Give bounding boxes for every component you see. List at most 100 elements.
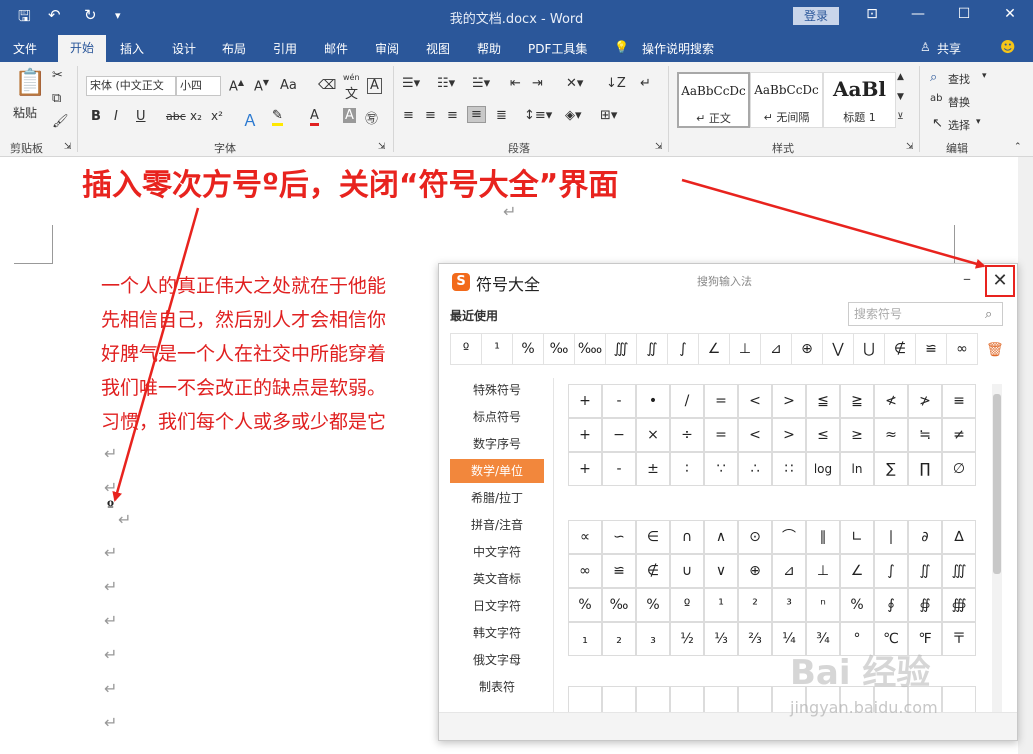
tell-me-search[interactable]: 操作说明搜索 [642,40,714,57]
category-item[interactable]: 俄文字母 [450,648,544,672]
document-scrollbar[interactable] [1018,157,1033,754]
recent-symbol[interactable]: ≌ [915,333,947,365]
symbol-cell[interactable]: - [602,384,636,418]
category-item[interactable]: 制表符 [450,675,544,699]
symbol-cell[interactable]: ∰ [942,588,976,622]
dialog-launcher-icon[interactable]: ⇲ [655,142,663,152]
category-item[interactable]: 韩文字符 [450,621,544,645]
tab-home[interactable]: 开始 [58,35,106,62]
justify-icon[interactable]: ≡ [467,106,486,123]
recent-symbol[interactable]: ⊿ [760,333,792,365]
login-button[interactable]: 登录 [793,7,839,25]
symbol-cell[interactable]: ⅔ [738,622,772,656]
shading-icon[interactable]: ◈▾ [565,108,582,123]
symbol-cell[interactable]: ⁿ [806,588,840,622]
symbol-cell[interactable]: ∅ [942,452,976,486]
category-item[interactable]: 拼音/注音 [450,513,544,537]
symbol-cell[interactable]: / [670,384,704,418]
panel-scrollbar[interactable] [992,384,1002,734]
symbol-cell[interactable]: ∫ [874,554,908,588]
borders-icon[interactable]: ⊞▾ [600,108,617,123]
symbol-cell[interactable]: − [602,418,636,452]
symbol-cell[interactable]: ³ [772,588,806,622]
symbol-cell[interactable]: > [772,418,806,452]
recent-symbol[interactable]: ⊥ [729,333,761,365]
symbol-cell[interactable]: % [636,588,670,622]
symbol-cell[interactable]: ≒ [908,418,942,452]
subscript-button[interactable]: x₂ [190,109,202,123]
tab-file[interactable]: 文件 [13,40,37,57]
category-item[interactable]: 数学/单位 [450,459,544,483]
chinese-layout-icon[interactable]: ✕▾ [566,76,583,91]
symbol-cell[interactable]: ₁ [568,622,602,656]
symbol-cell[interactable]: ≌ [602,554,636,588]
styles-scroll-up-icon[interactable]: ▲ [897,72,904,82]
symbol-cell[interactable]: ∵ [704,452,738,486]
panel-close-button[interactable]: ✕ [985,265,1015,297]
search-icon[interactable]: ⌕ [985,304,992,326]
symbol-cell[interactable]: % [568,588,602,622]
tab-mailings[interactable]: 邮件 [324,40,348,57]
find-dropdown-icon[interactable]: ▾ [982,71,987,81]
tab-view[interactable]: 视图 [426,40,450,57]
symbol-cell[interactable]: ≦ [806,384,840,418]
symbol-cell[interactable]: ∞ [568,554,602,588]
recent-symbol[interactable]: ∠ [698,333,730,365]
category-item[interactable]: 标点符号 [450,405,544,429]
recent-symbol[interactable]: % [512,333,544,365]
category-item[interactable]: 特殊符号 [450,378,544,402]
symbol-cell[interactable]: ∂ [908,520,942,554]
underline-button[interactable]: U [136,109,146,124]
symbol-cell[interactable]: ≮ [874,384,908,418]
symbol-cell[interactable]: ∆ [942,520,976,554]
grow-font-icon[interactable]: A▲ [229,78,244,94]
symbol-cell[interactable]: ∷ [772,452,806,486]
symbol-cell[interactable]: ∧ [704,520,738,554]
collapse-ribbon-icon[interactable]: ⌃ [1014,142,1022,152]
font-name-combo[interactable]: 宋体 (中文正文 [86,76,176,96]
recent-symbol[interactable]: ¹ [481,333,513,365]
select-dropdown-icon[interactable]: ▾ [976,117,981,127]
symbol-cell[interactable]: ∨ [704,554,738,588]
bold-button[interactable]: B [91,109,101,124]
symbol-cell[interactable]: ∝ [568,520,602,554]
symbol-cell[interactable]: ∪ [670,554,704,588]
tab-pdf-tools[interactable]: PDF工具集 [528,40,587,57]
replace-button[interactable]: 替换 [948,94,970,110]
symbol-cell[interactable]: º [670,588,704,622]
symbol-cell[interactable]: ≥ [840,418,874,452]
symbol-cell[interactable]: ∑ [874,452,908,486]
find-icon[interactable]: ⌕ [930,70,937,85]
sort-icon[interactable]: ↓Z [606,76,626,91]
symbol-cell[interactable]: ∟ [840,520,874,554]
symbol-cell[interactable]: ∣ [874,520,908,554]
replace-icon[interactable]: ab [930,93,942,104]
symbol-cell[interactable]: ∯ [908,588,942,622]
select-button[interactable]: 选择 [948,117,970,133]
scrollbar-thumb[interactable] [993,394,1001,574]
symbol-search-input[interactable]: 搜索符号 ⌕ [848,302,1003,326]
symbol-cell[interactable]: 〒 [942,622,976,656]
shrink-font-icon[interactable]: A▼ [254,78,269,94]
dialog-launcher-icon[interactable]: ⇲ [906,142,914,152]
find-button[interactable]: 查找 [948,71,970,87]
symbol-cell[interactable]: = [704,384,738,418]
recent-symbol[interactable]: ∞ [946,333,978,365]
recent-symbol[interactable]: ‱ [574,333,606,365]
symbol-cell[interactable]: ∭ [942,554,976,588]
increase-indent-icon[interactable]: ⇥ [532,76,543,91]
trash-icon[interactable]: 🗑 [986,342,1004,358]
align-center-icon[interactable]: ≡ [425,108,436,123]
style-normal[interactable]: AaBbCcDc ↵ 正文 [677,72,750,128]
format-painter-icon[interactable]: 🖌 [52,114,69,129]
symbol-cell[interactable]: + [568,418,602,452]
symbol-cell[interactable]: log [806,452,840,486]
recent-symbol[interactable]: ∉ [884,333,916,365]
recent-symbol[interactable]: ⊕ [791,333,823,365]
multilevel-list-icon[interactable]: ☱▾ [472,76,490,91]
symbol-cell[interactable]: ⊙ [738,520,772,554]
symbol-cell[interactable]: ² [738,588,772,622]
dialog-launcher-icon[interactable]: ⇲ [378,142,386,152]
symbol-cell[interactable]: < [738,418,772,452]
symbol-cell[interactable]: ⅓ [704,622,738,656]
